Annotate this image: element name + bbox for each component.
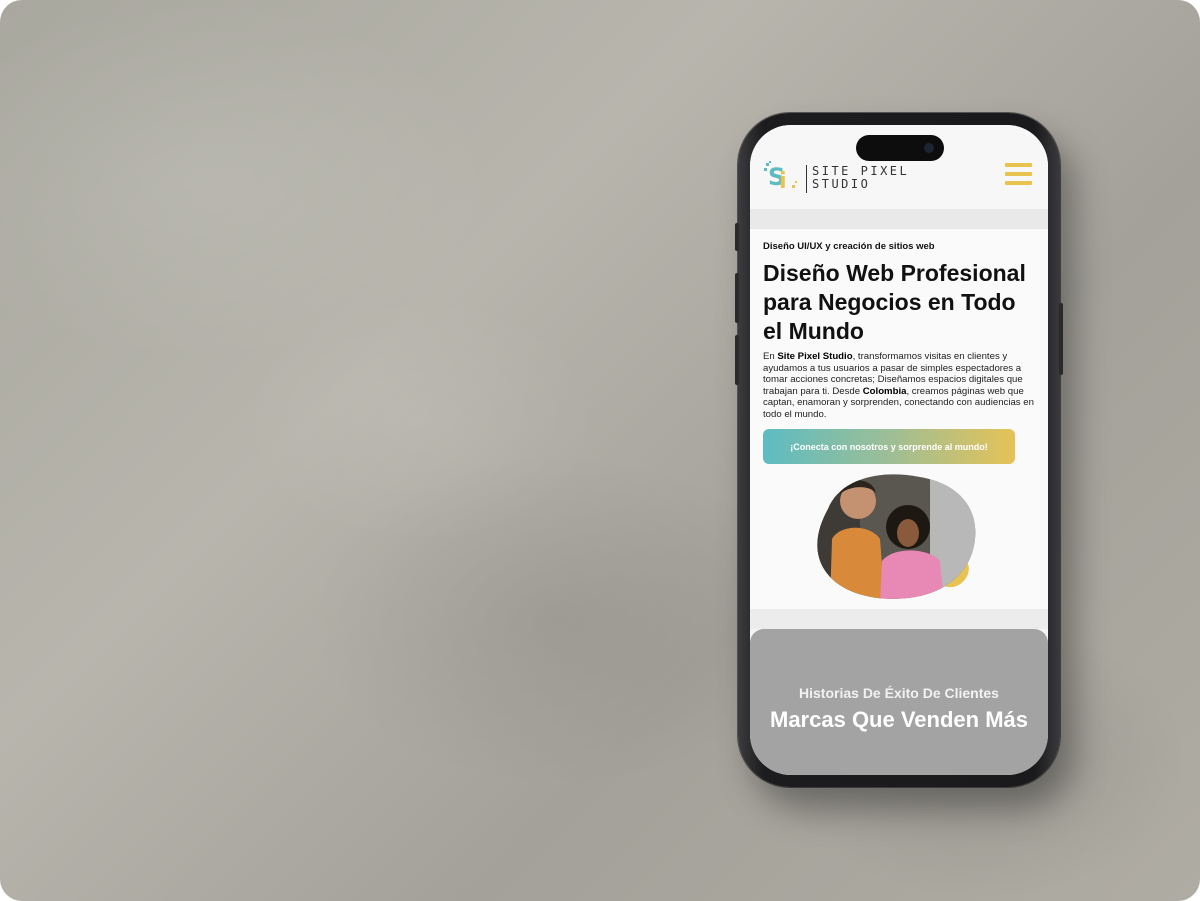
site-logo-icon[interactable]: S i [764, 159, 798, 191]
hero-eyebrow: Diseño UI/UX y creación de sitios web [763, 241, 935, 252]
phone-volume-down-button [735, 335, 739, 385]
phone-mockup: S i SITE PIXEL STUDIO Diseño UI/UX y cre… [735, 113, 1063, 787]
phone-action-button [735, 223, 739, 251]
svg-text:i: i [779, 169, 787, 191]
hero-paragraph: En Site Pixel Studio, transformamos visi… [763, 351, 1035, 421]
section-divider [750, 209, 1048, 229]
success-title: Marcas Que Venden Más [770, 707, 1028, 732]
dynamic-island [856, 135, 944, 161]
paragraph-country: Colombia [862, 385, 907, 397]
front-camera-icon [924, 143, 934, 153]
logo-line-1: SITE PIXEL [812, 164, 910, 178]
section-divider [750, 609, 1048, 629]
concrete-background: S i SITE PIXEL STUDIO Diseño UI/UX y cre… [0, 0, 1200, 901]
hamburger-menu-icon[interactable] [1005, 163, 1032, 185]
phone-power-button [1059, 303, 1063, 375]
paragraph-brand: Site Pixel Studio [777, 351, 853, 362]
hero-team-image [817, 474, 976, 599]
logo-line-2: STUDIO [812, 177, 871, 191]
success-subtitle: Historias De Éxito De Clientes [799, 685, 999, 701]
phone-screen: S i SITE PIXEL STUDIO Diseño UI/UX y cre… [750, 125, 1048, 775]
logo-wordmark[interactable]: SITE PIXEL STUDIO [812, 165, 909, 191]
hero-title: Diseño Web Profesional para Negocios en … [763, 260, 1026, 344]
paragraph-text: En [763, 351, 778, 362]
contact-cta-button[interactable]: ¡Conecta con nosotros y sorprende al mun… [763, 429, 1015, 464]
success-stories-section: Historias De Éxito De Clientes Marcas Qu… [750, 629, 1048, 775]
logo-divider [806, 165, 807, 193]
hero-section: Diseño UI/UX y creación de sitios web Di… [750, 229, 1048, 609]
phone-volume-up-button [735, 273, 739, 323]
